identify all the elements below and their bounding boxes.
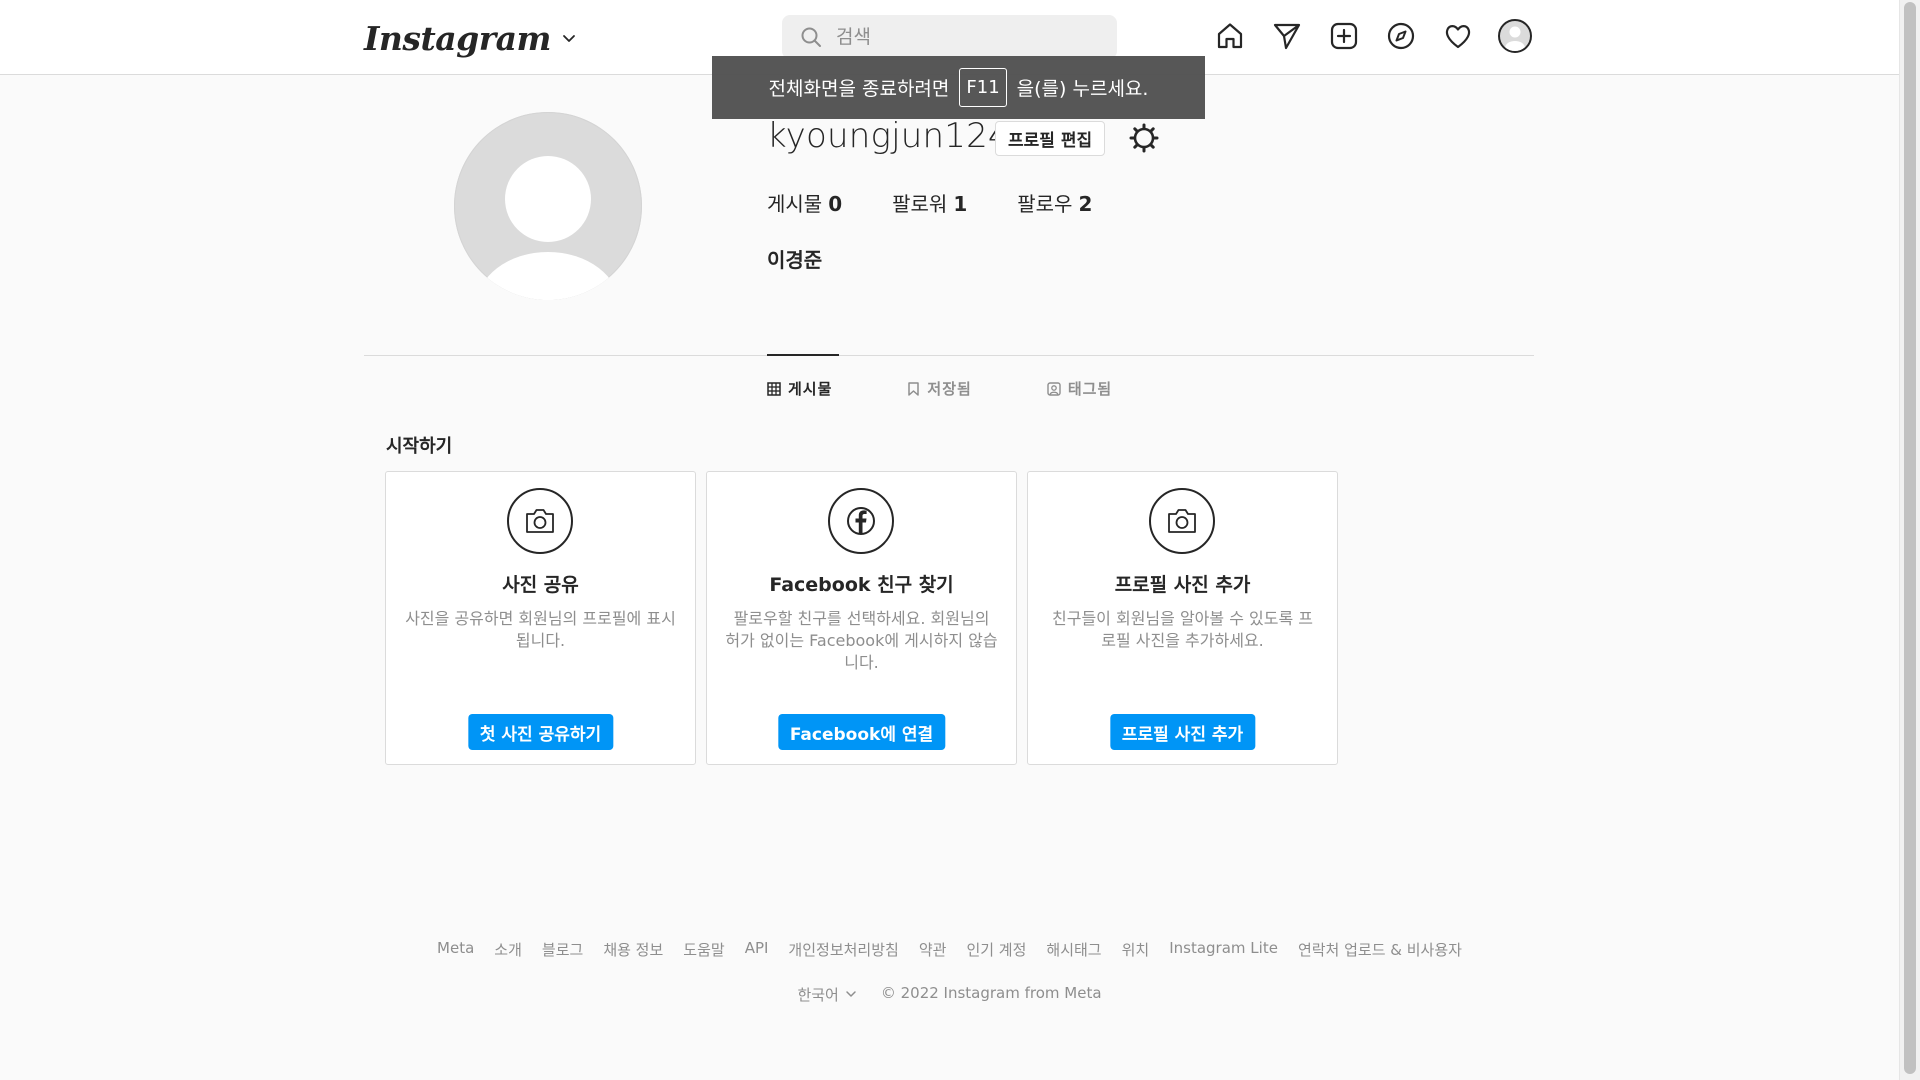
connect-facebook-button[interactable]: Facebook에 연결 (777, 714, 946, 750)
add-profile-photo-button[interactable]: 프로필 사진 추가 (1109, 714, 1256, 750)
language-label[interactable]: 한국어 (797, 984, 838, 1005)
card-title: 사진 공유 (502, 574, 579, 596)
settings-gear-icon[interactable] (1128, 122, 1160, 154)
avatar[interactable] (1498, 19, 1532, 53)
footer-link[interactable]: 채용 정보 (603, 939, 663, 960)
instagram-logo[interactable]: Instagram (364, 19, 551, 58)
profile-tabs: 게시물 저장됨 태그됨 (767, 378, 1112, 399)
footer-link[interactable]: Meta (437, 939, 474, 960)
card-title: Facebook 친구 찾기 (769, 574, 954, 596)
direct-message-icon[interactable] (1269, 18, 1305, 54)
footer-link[interactable]: 인기 계정 (966, 939, 1026, 960)
avatar-body-shape (476, 252, 620, 300)
camera-icon (1149, 488, 1215, 554)
facebook-icon (828, 488, 894, 554)
card-description: 사진을 공유하면 회원님의 프로필에 표시됩니다. (405, 609, 676, 650)
language-selector[interactable]: 한국어 (797, 984, 856, 1005)
search-box[interactable] (782, 15, 1117, 59)
profile-avatar[interactable] (454, 112, 642, 300)
getting-started-title: 시작하기 (386, 436, 453, 457)
tab-label[interactable]: 게시물 (788, 378, 832, 399)
active-tab-indicator (767, 354, 839, 356)
copyright: © 2022 Instagram from Meta (880, 984, 1102, 1002)
tab-label[interactable]: 태그됨 (1068, 378, 1112, 399)
profile-avatar-button[interactable] (1497, 18, 1533, 54)
footer-link[interactable]: Instagram Lite (1169, 939, 1278, 960)
tab-tagged[interactable]: 태그됨 (1047, 378, 1112, 399)
camera-icon (507, 488, 573, 554)
activity-heart-icon[interactable] (1440, 18, 1476, 54)
chevron-down-icon[interactable] (845, 986, 857, 1004)
scrollbar-thumb[interactable] (1904, 2, 1916, 1074)
instagram-profile-page: Instagram 검색 전체화면을 종료하려면 F11 을(를) 누르세요. … (0, 0, 1920, 1080)
stat-followers[interactable]: 팔로워 1 (892, 188, 967, 217)
nav-icon-group (1212, 18, 1533, 54)
card-title: 프로필 사진 추가 (1114, 574, 1251, 596)
stat-following[interactable]: 팔로우 2 (1017, 188, 1092, 217)
stat-label[interactable]: 팔로우 (1017, 192, 1072, 216)
footer-link[interactable]: 위치 (1122, 939, 1150, 960)
card-add-profile-photo: 프로필 사진 추가 친구들이 회원님을 알아볼 수 있도록 프로필 사진을 추가… (1027, 471, 1338, 765)
page-scrollbar[interactable] (1899, 0, 1920, 1080)
chevron-down-icon[interactable] (561, 30, 577, 46)
getting-started-cards: 사진 공유 사진을 공유하면 회원님의 프로필에 표시됩니다. 첫 사진 공유하… (385, 471, 1338, 765)
profile-stats: 게시물 0 팔로워 1 팔로우 2 (767, 188, 1092, 217)
card-find-facebook-friends: Facebook 친구 찾기 팔로우할 친구를 선택하세요. 회원님의 허가 없… (706, 471, 1017, 765)
grid-icon (767, 381, 781, 396)
footer-link[interactable]: 해시태그 (1046, 939, 1101, 960)
new-post-icon[interactable] (1326, 18, 1362, 54)
footer-link[interactable]: 도움말 (683, 939, 724, 960)
avatar-head-shape (505, 156, 591, 242)
footer-bottom: 한국어 © 2022 Instagram from Meta (0, 984, 1899, 1005)
stat-value: 0 (828, 192, 843, 216)
share-first-photo-button[interactable]: 첫 사진 공유하기 (467, 714, 614, 750)
card-share-photos: 사진 공유 사진을 공유하면 회원님의 프로필에 표시됩니다. 첫 사진 공유하… (385, 471, 696, 765)
stat-posts: 게시물 0 (767, 188, 842, 217)
stat-value[interactable]: 2 (1078, 192, 1092, 216)
profile-full-name: 이경준 (767, 248, 823, 272)
stat-label[interactable]: 팔로워 (892, 192, 947, 216)
footer-link[interactable]: 개인정보처리방침 (788, 939, 898, 960)
fullscreen-exit-toast: 전체화면을 종료하려면 F11 을(를) 누르세요. (712, 56, 1205, 119)
tab-posts[interactable]: 게시물 (767, 378, 832, 399)
explore-icon[interactable] (1383, 18, 1419, 54)
f11-key-badge: F11 (959, 68, 1007, 107)
footer-link[interactable]: 연락처 업로드 & 비사용자 (1298, 939, 1462, 960)
search-icon (800, 26, 822, 48)
footer-link[interactable]: 블로그 (542, 939, 583, 960)
home-icon[interactable] (1212, 18, 1248, 54)
stat-value[interactable]: 1 (953, 192, 967, 216)
tagged-icon (1047, 381, 1061, 396)
toast-text-after: 을(를) 누르세요. (1016, 78, 1149, 100)
footer-link[interactable]: API (745, 939, 769, 960)
card-description: 팔로우할 친구를 선택하세요. 회원님의 허가 없이는 Facebook에 게시… (725, 609, 998, 672)
bookmark-icon (907, 381, 920, 396)
footer-links: Meta 소개 블로그 채용 정보 도움말 API 개인정보처리방침 약관 인기… (0, 939, 1899, 960)
toast-text-before: 전체화면을 종료하려면 (768, 78, 950, 100)
stat-label: 게시물 (767, 192, 823, 216)
tab-saved[interactable]: 저장됨 (907, 378, 971, 399)
footer-link[interactable]: 소개 (494, 939, 522, 960)
logo-switcher[interactable]: Instagram (364, 14, 577, 62)
card-description: 친구들이 회원님을 알아볼 수 있도록 프로필 사진을 추가하세요. (1052, 609, 1313, 650)
profile-username: kyoungjun124 (767, 116, 1010, 156)
edit-profile-button[interactable]: 프로필 편집 (995, 121, 1106, 156)
footer-link[interactable]: 약관 (919, 939, 947, 960)
tabs-divider (364, 355, 1534, 356)
search-input[interactable] (834, 25, 1098, 49)
tab-label[interactable]: 저장됨 (927, 378, 971, 399)
